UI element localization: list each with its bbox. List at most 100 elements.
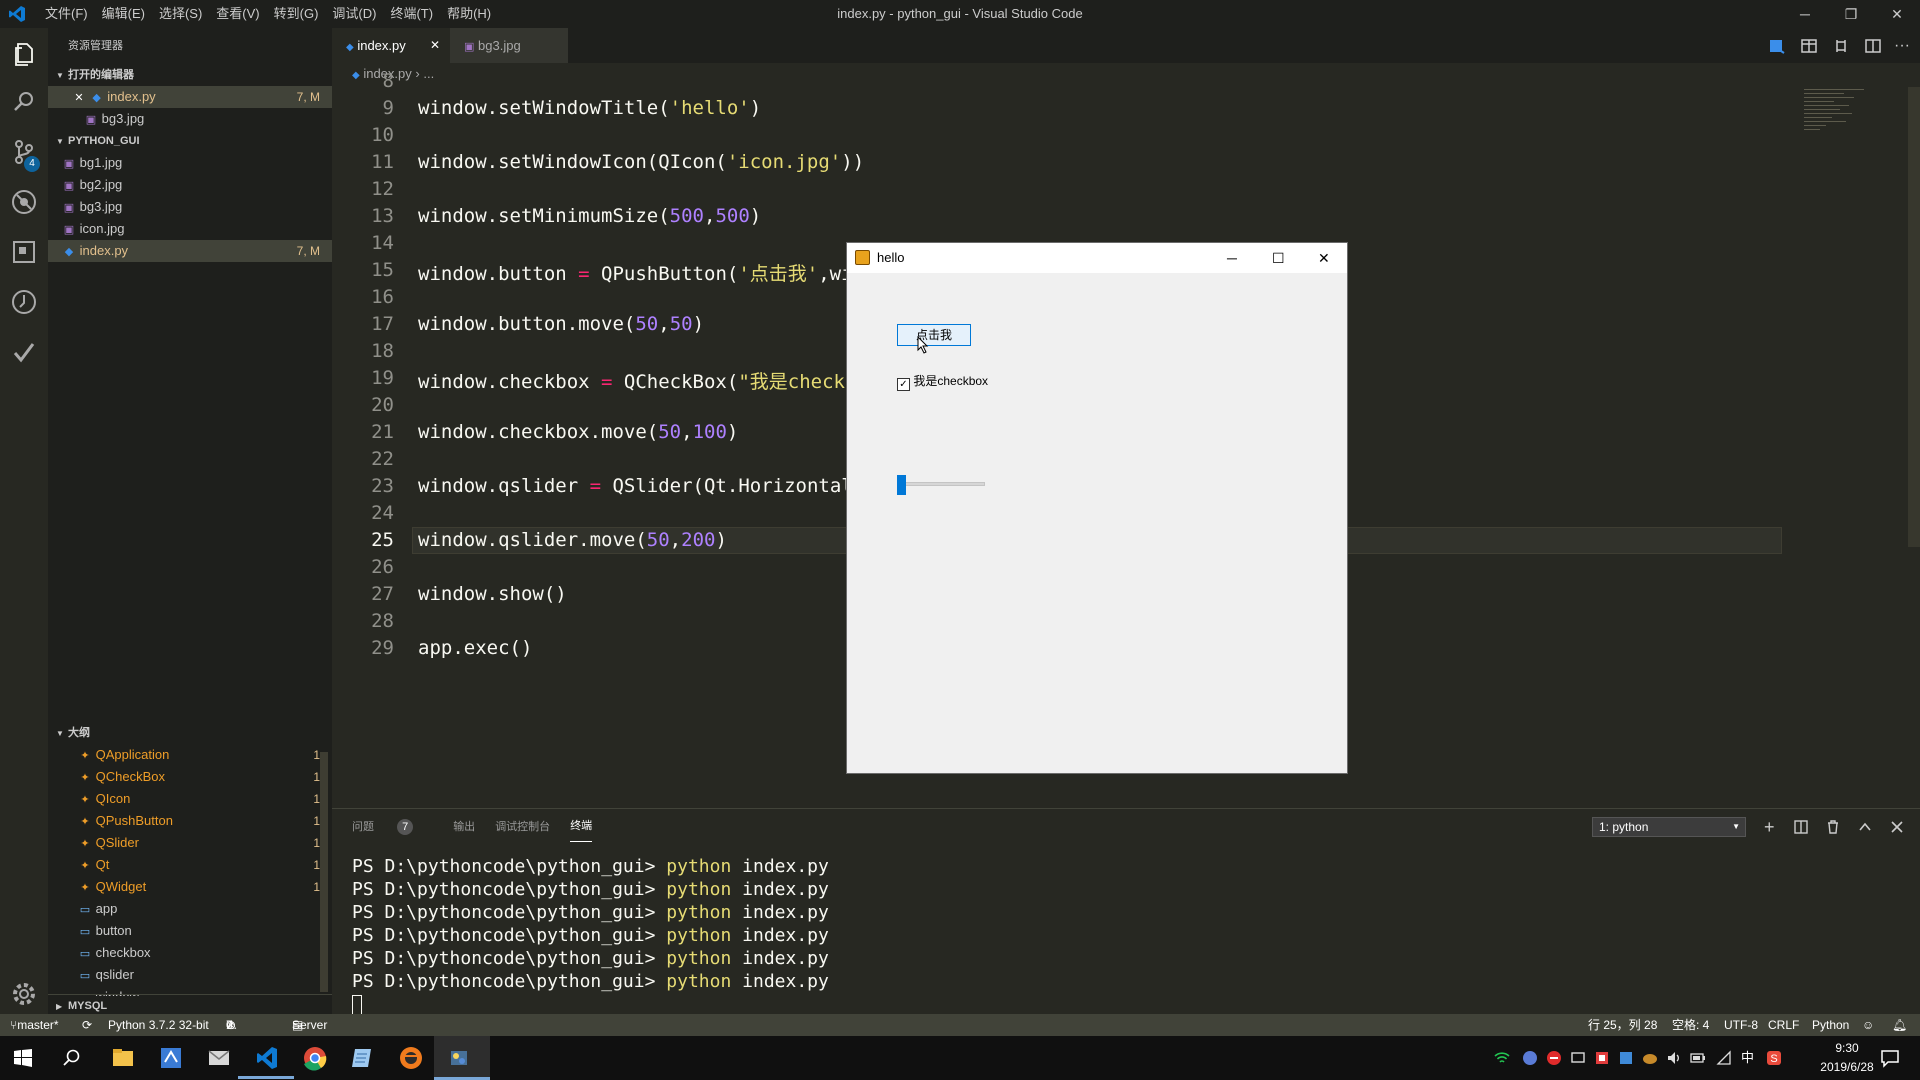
cursor-position[interactable]: 行 25，列 28 <box>1588 1014 1657 1036</box>
tab-index-py[interactable]: ◆ index.py ✕ <box>332 28 450 63</box>
tray-app-icon[interactable] <box>1522 1050 1538 1066</box>
qt-close-button[interactable]: ✕ <box>1318 243 1330 273</box>
code-line[interactable]: window.checkbox.move(50,100) <box>418 421 738 443</box>
check-icon[interactable] <box>8 336 40 368</box>
tab-terminal[interactable]: 终端 <box>570 811 593 842</box>
open-preview-icon[interactable] <box>1768 37 1786 55</box>
python-interpreter[interactable]: Python 3.7.2 32-bit <box>108 1014 209 1036</box>
outline-item[interactable]: ✦ QCheckBox 1 <box>48 766 332 788</box>
terminal-output[interactable]: PS D:\pythoncode\python_gui> python inde… <box>352 855 829 1015</box>
sogou-ime-icon[interactable]: S <box>1766 1050 1782 1066</box>
wifi-icon[interactable] <box>1494 1050 1510 1066</box>
feedback-smiley-icon[interactable]: ☺ <box>1862 1014 1874 1036</box>
image-tray-icon[interactable] <box>1594 1050 1610 1066</box>
ime-indicator[interactable]: 中 <box>1741 1036 1754 1080</box>
app-store-icon[interactable] <box>154 1042 188 1074</box>
restore-button[interactable]: ❐ <box>1828 0 1874 28</box>
outline-item[interactable]: ✦ QIcon 1 <box>48 788 332 810</box>
close-icon[interactable]: ✕ <box>72 87 86 109</box>
open-editor-item[interactable]: ✕ ◆ index.py 7, M <box>48 86 332 108</box>
mysql-section[interactable]: ▶ MYSQL <box>48 994 332 1016</box>
extensions-icon[interactable] <box>8 236 40 268</box>
code-line[interactable]: app.exec() <box>418 637 532 659</box>
code-line[interactable]: window.show() <box>418 583 567 605</box>
project-section[interactable]: ▼ PYTHON_GUI <box>48 130 332 152</box>
outline-item[interactable]: ✦ QSlider 1 <box>48 832 332 854</box>
file-item[interactable]: ▣ bg1.jpg <box>48 152 332 174</box>
tab-output[interactable]: 输出 <box>453 809 475 845</box>
code-line[interactable]: window.setWindowIcon(QIcon('icon.jpg')) <box>418 151 864 173</box>
open-editors-section[interactable]: ▼ 打开的编辑器 <box>48 64 332 86</box>
file-item[interactable]: ◆ index.py 7, M <box>48 240 332 262</box>
code-line[interactable]: window.qslider.move(50,200) <box>418 529 727 551</box>
encoding[interactable]: UTF-8 <box>1724 1014 1758 1036</box>
minimize-button[interactable]: ─ <box>1782 0 1828 28</box>
file-item[interactable]: ▣ icon.jpg <box>48 218 332 240</box>
outline-item[interactable]: ▭ qslider <box>48 964 332 986</box>
code-line[interactable]: window.button = QPushButton('点击我',win <box>418 259 864 286</box>
maximize-panel-icon[interactable] <box>1858 820 1872 834</box>
open-editor-item[interactable]: ▣ bg3.jpg <box>48 108 332 130</box>
open-changes-icon[interactable] <box>1800 37 1818 55</box>
close-panel-icon[interactable] <box>1890 820 1904 834</box>
more-actions-icon[interactable]: ··· <box>1894 28 1910 63</box>
outline-item[interactable]: ▭ checkbox <box>48 942 332 964</box>
git-branch[interactable]: ⑂ master* <box>10 1014 59 1036</box>
split-terminal-icon[interactable] <box>1794 820 1808 834</box>
qt-checkbox[interactable]: ✓ 我是checkbox <box>897 372 988 391</box>
close-window-button[interactable]: ✕ <box>1874 0 1920 28</box>
editor-scrollbar[interactable] <box>1908 87 1920 547</box>
code-line[interactable]: window.button.move(50,50) <box>418 313 704 335</box>
sync-icon[interactable]: ⟳ <box>82 1014 92 1036</box>
notepad-icon[interactable] <box>346 1042 380 1074</box>
code-line[interactable]: window.setMinimumSize(500,500) <box>418 205 761 227</box>
network-tray-icon[interactable] <box>1618 1050 1634 1066</box>
search-taskbar-icon[interactable] <box>62 1048 82 1068</box>
history-icon[interactable] <box>8 286 40 318</box>
mail-app-icon[interactable] <box>202 1042 236 1074</box>
code-line[interactable]: window.checkbox = QCheckBox("我是checkb <box>418 367 856 394</box>
cloud-tray-icon[interactable] <box>1642 1050 1658 1066</box>
compare-icon[interactable] <box>1832 37 1850 55</box>
outline-item[interactable]: ✦ QApplication 1 <box>48 744 332 766</box>
search-icon[interactable] <box>8 86 40 118</box>
browser-fox-icon[interactable] <box>394 1042 428 1074</box>
indentation[interactable]: 空格: 4 <box>1672 1014 1709 1036</box>
tab-close-icon[interactable]: ✕ <box>430 28 440 63</box>
breadcrumb-rest[interactable]: ... <box>423 66 434 81</box>
windows-start-icon[interactable] <box>14 1049 32 1067</box>
qt-maximize-button[interactable]: ☐ <box>1272 243 1285 273</box>
vscode-taskbar-icon[interactable] <box>250 1042 284 1074</box>
outline-item[interactable]: ▭ button <box>48 920 332 942</box>
outline-item[interactable]: ✦ QWidget 1 <box>48 876 332 898</box>
qt-minimize-button[interactable]: ─ <box>1227 243 1237 273</box>
antivirus-tray-icon[interactable] <box>1546 1050 1562 1066</box>
file-explorer-icon[interactable] <box>106 1042 140 1074</box>
explorer-icon[interactable] <box>8 38 40 70</box>
clock[interactable]: 9:30 2019/6/28 <box>1808 1039 1886 1077</box>
language-mode[interactable]: Python <box>1812 1014 1849 1036</box>
outline-item[interactable]: ✦ Qt 1 <box>48 854 332 876</box>
outline-item[interactable]: ✦ QPushButton 1 <box>48 810 332 832</box>
new-terminal-icon[interactable]: + <box>1764 817 1775 838</box>
code-line[interactable]: window.setWindowTitle('hello') <box>418 97 761 119</box>
click-me-button[interactable]: 点击我 <box>897 324 971 346</box>
file-item[interactable]: ▣ bg3.jpg <box>48 196 332 218</box>
volume-icon[interactable] <box>1666 1050 1682 1066</box>
battery-icon[interactable] <box>1690 1050 1706 1066</box>
outline-scrollbar[interactable] <box>320 752 328 992</box>
tab-debug-console[interactable]: 调试控制台 <box>495 809 550 845</box>
code-line[interactable]: window.qslider = QSlider(Qt.Horizontal, <box>418 475 864 497</box>
minimap[interactable] <box>1800 87 1880 147</box>
terminal-select[interactable]: 1: python ▼ <box>1592 817 1746 837</box>
action-center-icon[interactable] <box>1880 1048 1900 1068</box>
tab-bg3-jpg[interactable]: ▣ bg3.jpg <box>450 28 568 63</box>
notifications-bell-icon[interactable]: 🔔︎ <box>1892 1014 1907 1036</box>
line-ending[interactable]: CRLF <box>1768 1014 1799 1036</box>
qt-slider-handle[interactable] <box>897 475 906 495</box>
settings-gear-icon[interactable] <box>8 978 40 1010</box>
trash-icon[interactable] <box>1826 820 1840 834</box>
debug-icon[interactable] <box>8 186 40 218</box>
outline-header[interactable]: ▼ 大纲 <box>48 722 332 744</box>
chrome-icon[interactable] <box>298 1042 332 1074</box>
